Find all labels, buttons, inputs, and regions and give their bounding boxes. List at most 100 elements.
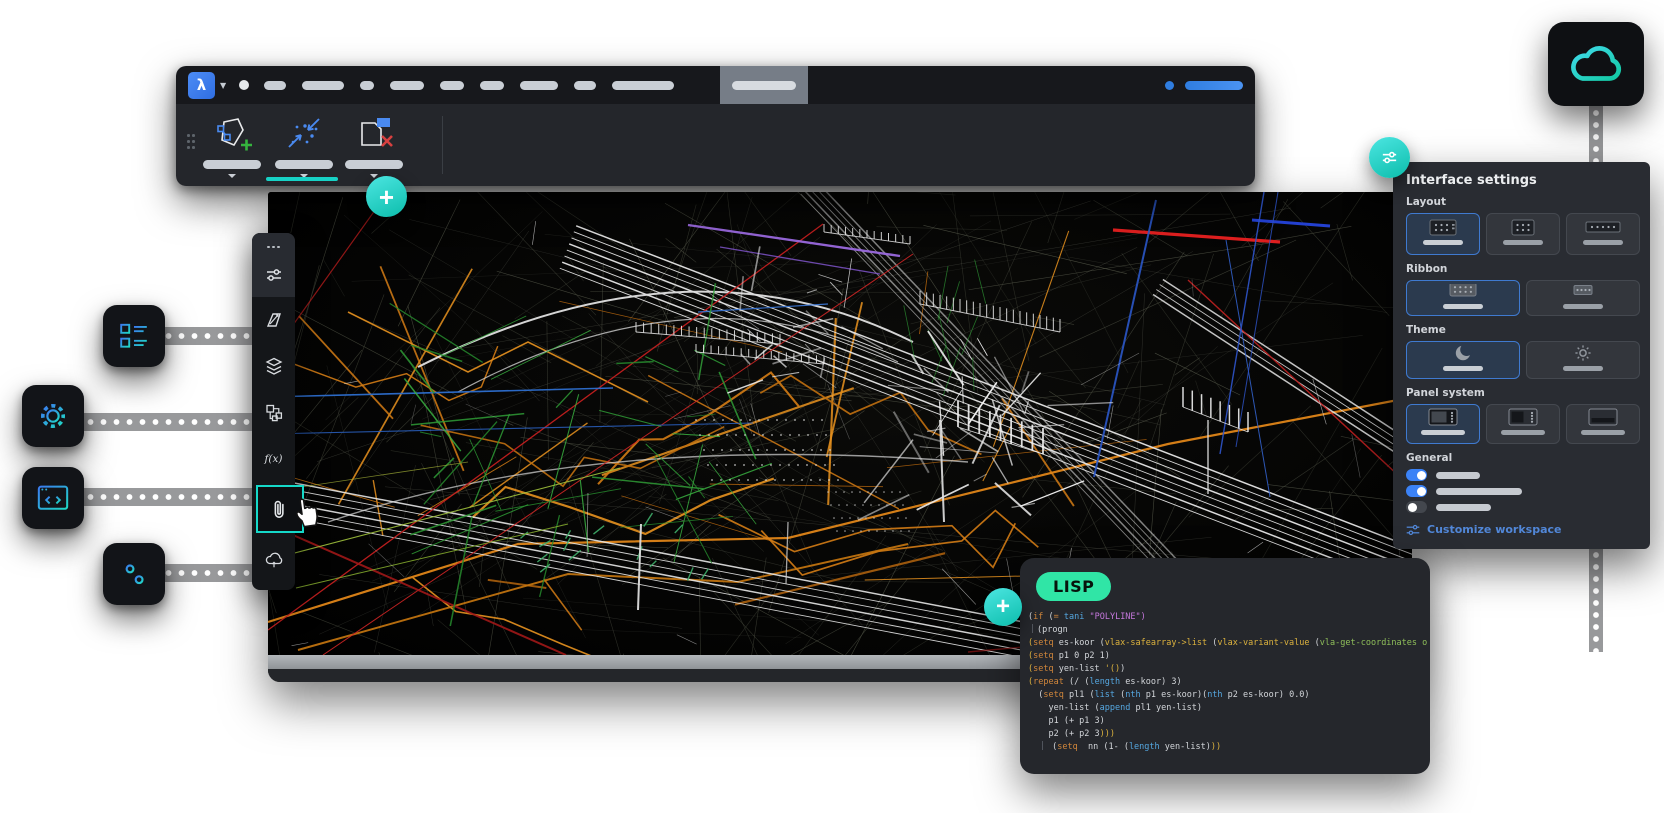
- add-lisp-button[interactable]: +: [984, 588, 1022, 626]
- option-thumbnail: [1411, 217, 1475, 251]
- menu-item-pill[interactable]: [612, 81, 674, 90]
- ellipsis-icon[interactable]: [252, 238, 295, 256]
- ribbon-separator: [442, 116, 443, 174]
- rail-draw-style-button[interactable]: [252, 297, 295, 343]
- gear-icon: [36, 399, 70, 433]
- code-line-4: (setq p1 0 p2 1): [1028, 650, 1430, 663]
- account-dot[interactable]: [1165, 81, 1174, 90]
- menu-item-pill[interactable]: [480, 81, 504, 90]
- account-pill[interactable]: [1185, 81, 1243, 90]
- ribbon-option-2[interactable]: [1526, 280, 1640, 316]
- theme-options: [1406, 341, 1637, 379]
- tool-dropdown-caret[interactable]: [228, 174, 236, 178]
- option-thumbnail: [1571, 408, 1635, 440]
- section-label-panel-system: Panel system: [1406, 387, 1637, 399]
- hand-cursor: [290, 492, 325, 534]
- lisp-code: (if (= tani "POLYLINE")(progn(setq es-ko…: [1028, 611, 1430, 754]
- theme-option-1[interactable]: [1406, 341, 1520, 379]
- menu-item-pill[interactable]: [574, 81, 596, 90]
- shortcut-card-sliders[interactable]: [103, 543, 165, 605]
- rail-cloud-button[interactable]: [252, 537, 295, 583]
- code-line-11: (setq nn (1- (length yen-list))): [1028, 741, 1430, 754]
- layout-option-3[interactable]: [1566, 213, 1640, 255]
- shortcut-card-code[interactable]: [22, 467, 84, 529]
- sliders-icon: [1380, 148, 1399, 167]
- toggle-switch-1[interactable]: [1406, 469, 1427, 481]
- chevron-down-icon[interactable]: ▼: [220, 81, 226, 90]
- active-menu-tab[interactable]: [720, 66, 808, 104]
- option-thumbnail: [1491, 217, 1555, 251]
- cloud-card[interactable]: [1548, 22, 1644, 106]
- settings-sections: Layout Ribbon Theme Panel system: [1406, 196, 1637, 444]
- ribbon-tool-2[interactable]: [270, 111, 338, 178]
- sliders-icon: [264, 265, 284, 285]
- tool-label-pill: [203, 160, 261, 169]
- customize-workspace-link[interactable]: Customize workspace: [1406, 523, 1637, 536]
- menu-item-pill[interactable]: [360, 81, 374, 90]
- layout-option-2[interactable]: [1486, 213, 1560, 255]
- lisp-badge: LISP: [1036, 572, 1111, 601]
- menu-item-pill[interactable]: [390, 81, 424, 90]
- menu-item-pill[interactable]: [520, 81, 558, 90]
- toggle-label-pill: [1436, 472, 1480, 479]
- rail-attachment-button[interactable]: [252, 481, 295, 537]
- rail-top-section: [252, 233, 295, 297]
- layout-option-1[interactable]: [1406, 213, 1480, 255]
- lisp-panel: LISP (if (= tani "POLYLINE")(progn(setq …: [1020, 558, 1430, 774]
- option-thumbnail: [1531, 284, 1635, 312]
- layers-icon: [264, 356, 284, 376]
- rail-sliders-button[interactable]: [252, 256, 295, 294]
- general-label: General: [1406, 452, 1637, 464]
- lambda-logo-icon[interactable]: λ: [188, 72, 215, 99]
- interface-settings-panel: Interface settings LayoutRibbonThemePane…: [1393, 162, 1650, 549]
- checklist-icon: [118, 320, 150, 352]
- panel-system-option-3[interactable]: [1566, 404, 1640, 444]
- code-line-8: yen-list (append pl1 yen-list): [1028, 702, 1430, 715]
- option-thumbnail: [1571, 217, 1635, 251]
- section-label-theme: Theme: [1406, 324, 1637, 336]
- code-line-9: p1 (+ p1 3): [1028, 715, 1430, 728]
- titlebar-right: [1165, 81, 1243, 90]
- interface-settings-button[interactable]: [1369, 137, 1410, 178]
- option-thumbnail: [1411, 408, 1475, 440]
- titlebar: λ ▼: [176, 66, 1255, 104]
- add-button[interactable]: +: [366, 176, 407, 217]
- converge-points-icon: [282, 111, 326, 157]
- ribbon-option-1[interactable]: [1406, 280, 1520, 316]
- theme-option-2[interactable]: [1526, 341, 1640, 379]
- edit-vertices-icon: [210, 111, 254, 157]
- dotted-connector: [1589, 546, 1603, 652]
- active-tab-underline: [266, 177, 338, 182]
- toggle-switch-2[interactable]: [1406, 485, 1427, 497]
- general-toggles: [1406, 469, 1637, 513]
- menu-item-pill[interactable]: [302, 81, 344, 90]
- option-thumbnail: [1491, 408, 1555, 440]
- rail-layers-button[interactable]: [252, 343, 295, 389]
- menu-item-pill[interactable]: [264, 81, 286, 90]
- rail-structure-button[interactable]: [252, 389, 295, 435]
- code-line-2: (progn: [1028, 624, 1430, 637]
- option-thumbnail: [1411, 345, 1515, 375]
- panel-system-option-1[interactable]: [1406, 404, 1480, 444]
- dotted-connector: [80, 413, 256, 431]
- toggle-row-1: [1406, 469, 1637, 481]
- shortcut-card-settings[interactable]: [22, 385, 84, 447]
- toggle-switch-3[interactable]: [1406, 501, 1427, 513]
- option-thumbnail: [1411, 284, 1515, 312]
- section-label-ribbon: Ribbon: [1406, 263, 1637, 275]
- ribbon-tool-3[interactable]: [340, 111, 408, 178]
- panel-system-options: [1406, 404, 1637, 444]
- tool-label-pill: [345, 160, 403, 169]
- ribbon-drag-handle[interactable]: [187, 134, 197, 152]
- shortcut-card-checklist[interactable]: [103, 305, 165, 367]
- panel-system-option-2[interactable]: [1486, 404, 1560, 444]
- rail-function-button[interactable]: f(x): [252, 435, 295, 481]
- option-thumbnail: [1531, 345, 1635, 375]
- section-label-layout: Layout: [1406, 196, 1637, 208]
- menu-item-pill[interactable]: [440, 81, 464, 90]
- ribbon-tool-1[interactable]: [198, 111, 266, 178]
- code-line-5: (setq yen-list '()): [1028, 663, 1430, 676]
- active-tab-pill: [732, 81, 796, 90]
- menu-pills: [264, 81, 690, 90]
- cloud-upload-icon: [264, 550, 284, 570]
